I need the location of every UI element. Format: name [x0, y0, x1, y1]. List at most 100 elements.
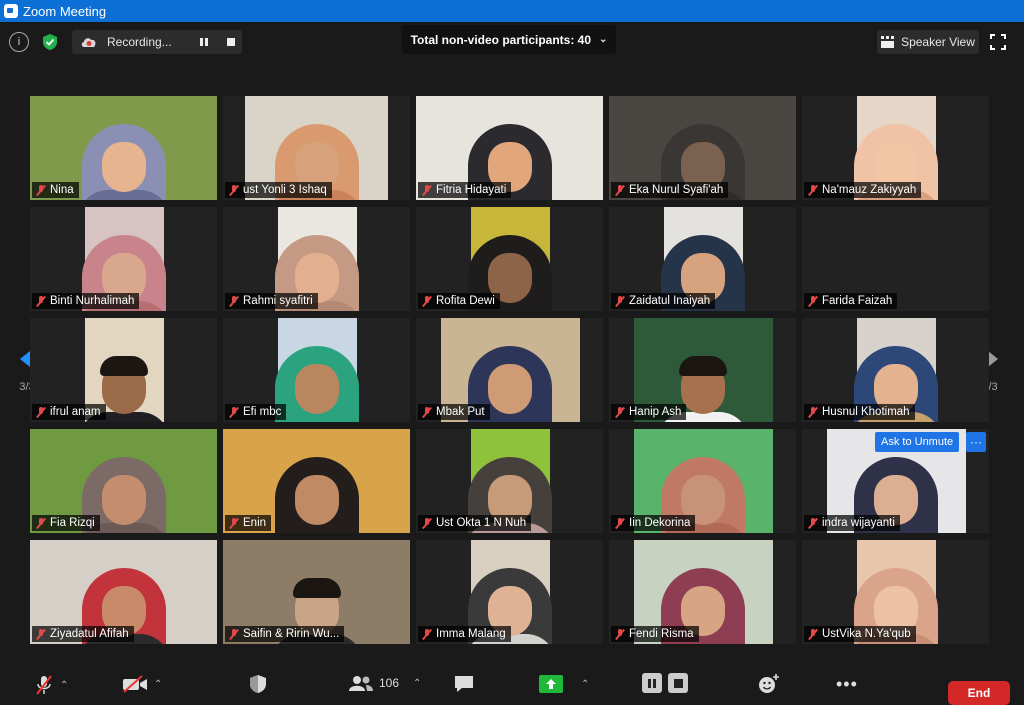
- microphone-muted-icon: [229, 295, 239, 307]
- participant-tile[interactable]: Husnul Khotimah: [802, 318, 989, 422]
- participant-tile[interactable]: UstVika N.Ya'qub: [802, 540, 989, 644]
- participant-tile[interactable]: Rofita Dewi: [416, 207, 603, 311]
- meeting-controls-bar: ⌃ ⌃ 106 ⌃ ⌃ ••• End: [0, 662, 1024, 705]
- participant-name-label: Na'mauz Zakiyyah: [804, 182, 922, 198]
- end-meeting-button[interactable]: End: [948, 681, 1010, 705]
- chevron-down-icon: ⌄: [599, 34, 608, 45]
- audio-options-caret[interactable]: ⌃: [60, 680, 68, 691]
- start-video-button[interactable]: ⌃: [122, 675, 162, 693]
- participant-name-label: Zaidatul Inaiyah: [611, 293, 716, 309]
- participant-name: Efi mbc: [243, 406, 282, 418]
- participant-tile[interactable]: ust Yonli 3 Ishaq: [223, 96, 410, 200]
- security-shield-icon[interactable]: [40, 32, 60, 52]
- microphone-muted-icon: [422, 517, 432, 529]
- participant-tile[interactable]: ifrul anam: [30, 318, 217, 422]
- microphone-muted-icon: [422, 406, 432, 418]
- mute-button[interactable]: ⌃: [34, 674, 68, 696]
- pause-recording-icon[interactable]: [200, 38, 203, 46]
- more-options-button[interactable]: ···: [966, 432, 986, 452]
- microphone-muted-icon: [808, 184, 818, 196]
- participant-video-figure: [270, 453, 363, 533]
- participant-name: ust Yonli 3 Ishaq: [243, 184, 327, 196]
- participant-tile[interactable]: Na'mauz Zakiyyah: [802, 96, 989, 200]
- participant-name: Nina: [50, 184, 74, 196]
- participant-name: Imma Malang: [436, 628, 506, 640]
- speaker-view-label: Speaker View: [901, 35, 975, 49]
- participant-tile[interactable]: Binti Nurhalimah: [30, 207, 217, 311]
- participant-tile[interactable]: Fitria Hidayati: [416, 96, 603, 200]
- microphone-muted-icon: [229, 406, 239, 418]
- participant-name-label: Fendi Risma: [611, 626, 699, 642]
- window-title: Zoom Meeting: [23, 3, 107, 19]
- window-title-bar: Zoom Meeting: [0, 0, 1024, 22]
- participant-name-label: Saifin & Ririn Wu...: [225, 626, 345, 642]
- participant-tile[interactable]: Rahmi syafitri: [223, 207, 410, 311]
- microphone-muted-icon: [422, 628, 432, 640]
- share-screen-icon: [539, 675, 563, 693]
- participant-tile[interactable]: Imma Malang: [416, 540, 603, 644]
- participant-name: Fitria Hidayati: [436, 184, 507, 196]
- microphone-muted-icon: [422, 295, 432, 307]
- participant-name: Ziyadatul Afifah: [50, 628, 129, 640]
- non-video-participants-dropdown[interactable]: Total non-video participants: 40 ⌄: [402, 25, 616, 54]
- participant-tile[interactable]: Efi mbc: [223, 318, 410, 422]
- more-icon[interactable]: •••: [836, 674, 858, 695]
- microphone-muted-icon: [422, 184, 432, 196]
- participant-tile[interactable]: Mbak Put: [416, 318, 603, 422]
- participant-tile[interactable]: Ziyadatul Afifah: [30, 540, 217, 644]
- microphone-muted-icon: [229, 184, 239, 196]
- cloud-recording-icon: [81, 38, 96, 47]
- recording-controls[interactable]: [642, 673, 688, 693]
- participant-name: indra wijayanti: [822, 517, 895, 529]
- participant-name: Fendi Risma: [629, 628, 694, 640]
- chat-button[interactable]: [453, 675, 475, 693]
- participant-name-label: Imma Malang: [418, 626, 511, 642]
- participant-tile[interactable]: Saifin & Ririn Wu...: [223, 540, 410, 644]
- meeting-top-bar: i Recording... Total non-video participa…: [0, 22, 1024, 62]
- participants-icon: [349, 676, 373, 691]
- zoom-app-icon: [4, 4, 18, 18]
- info-icon[interactable]: i: [9, 32, 29, 52]
- stop-recording-icon[interactable]: [227, 38, 235, 46]
- participant-tile[interactable]: Nina: [30, 96, 217, 200]
- participant-tile[interactable]: Enin: [223, 429, 410, 533]
- pause-icon[interactable]: [642, 673, 662, 693]
- participant-tile[interactable]: Iin Dekorina: [609, 429, 796, 533]
- participant-name: Enin: [243, 517, 267, 529]
- stop-icon[interactable]: [668, 673, 688, 693]
- participant-name-label: Nina: [32, 182, 79, 198]
- participant-tile[interactable]: Fendi Risma: [609, 540, 796, 644]
- reactions-button[interactable]: [758, 674, 780, 694]
- participant-name-label: Rofita Dewi: [418, 293, 500, 309]
- participant-tile[interactable]: Eka Nurul Syafi'ah: [609, 96, 796, 200]
- participant-name: Fia Rizqi: [50, 517, 95, 529]
- participant-name-label: ust Yonli 3 Ishaq: [225, 182, 332, 198]
- fullscreen-icon[interactable]: [990, 34, 1006, 50]
- ask-to-unmute-button[interactable]: Ask to Unmute: [875, 432, 960, 452]
- participant-name: ifrul anam: [50, 406, 101, 418]
- share-options-caret[interactable]: ⌃: [581, 679, 589, 690]
- participant-tile[interactable]: Hanip Ash: [609, 318, 796, 422]
- participant-name-label: Rahmi syafitri: [225, 293, 318, 309]
- participant-tile[interactable]: Zaidatul Inaiyah: [609, 207, 796, 311]
- participants-count: 106: [379, 676, 400, 690]
- share-screen-button[interactable]: ⌃: [539, 675, 589, 693]
- participant-tile[interactable]: Fia Rizqi: [30, 429, 217, 533]
- participants-options-caret[interactable]: ⌃: [413, 678, 421, 689]
- participant-name-label: UstVika N.Ya'qub: [804, 626, 916, 642]
- participant-name: Iin Dekorina: [629, 517, 691, 529]
- participant-name: UstVika N.Ya'qub: [822, 628, 911, 640]
- non-video-participants-label: Total non-video participants: 40: [410, 32, 592, 47]
- participant-tile[interactable]: Farida Faizah: [802, 207, 989, 311]
- recording-label: Recording...: [107, 35, 172, 49]
- video-options-caret[interactable]: ⌃: [154, 679, 162, 690]
- participant-name-label: Efi mbc: [225, 404, 287, 420]
- participant-name-label: Eka Nurul Syafi'ah: [611, 182, 729, 198]
- participant-name-label: Mbak Put: [418, 404, 490, 420]
- speaker-view-button[interactable]: Speaker View: [877, 30, 979, 54]
- participants-button[interactable]: 106 ⌃: [349, 675, 421, 691]
- participant-name: Mbak Put: [436, 406, 485, 418]
- security-button[interactable]: [249, 674, 267, 694]
- participant-tile[interactable]: Ust Okta 1 N Nuh: [416, 429, 603, 533]
- participant-name-label: indra wijayanti: [804, 515, 900, 531]
